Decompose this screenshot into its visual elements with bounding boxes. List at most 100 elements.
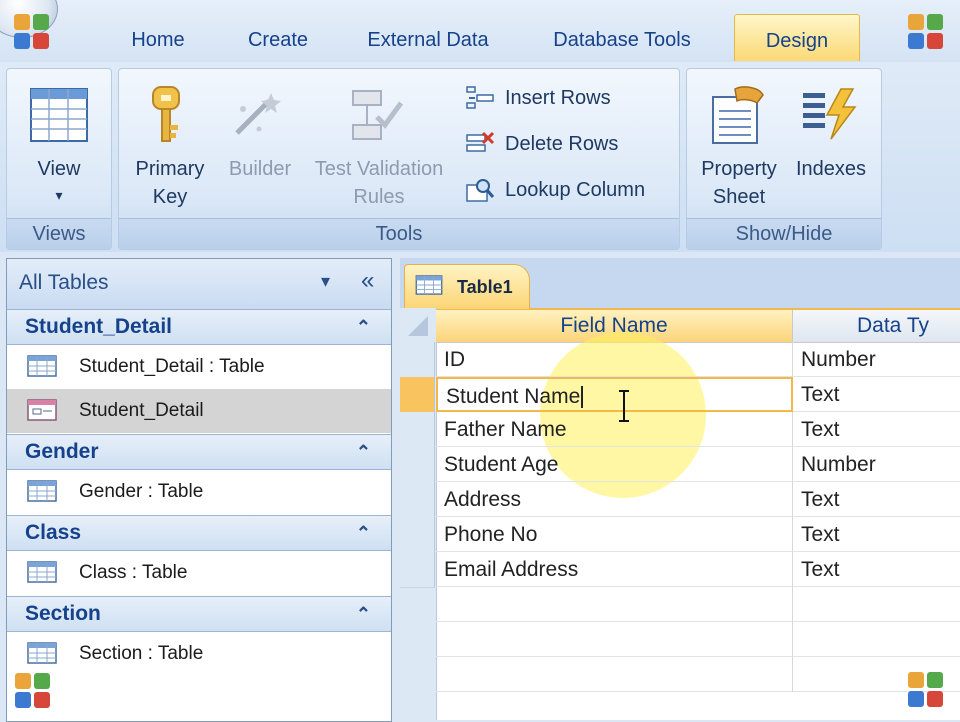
lookup-column-icon — [466, 179, 495, 202]
test-validation-rules-button[interactable]: Test Validation Rules — [305, 155, 453, 211]
tab-create[interactable]: Create — [232, 24, 324, 58]
tab-database-tools[interactable]: Database Tools — [532, 24, 712, 58]
ribbon-group-show-hide: Property Sheet Indexes Show/Hide — [686, 68, 882, 250]
table-icon — [415, 275, 443, 295]
view-button[interactable]: View — [7, 155, 111, 183]
field-name-cell[interactable]: Student Age — [436, 447, 793, 482]
data-type-cell[interactable]: Text — [793, 482, 960, 517]
property-sheet-icon — [712, 86, 764, 144]
field-name-cell[interactable]: ID — [436, 342, 793, 377]
nav-group-label: Class — [25, 521, 82, 544]
empty-type-cell[interactable] — [793, 622, 960, 657]
nav-group-label: Gender — [25, 440, 99, 463]
nav-group-label: Section — [25, 602, 101, 625]
column-header-data-type[interactable]: Data Ty — [793, 310, 960, 343]
empty-field-cell[interactable] — [436, 622, 793, 657]
form-icon — [27, 399, 57, 421]
group-label-tools: Tools — [119, 218, 679, 249]
ribbon: View ▾ Views Primary Key Builder Test Va… — [0, 62, 960, 252]
document-tab-table1[interactable]: Table1 — [404, 264, 530, 309]
tab-external-data[interactable]: External Data — [352, 24, 504, 58]
nav-group-student-detail[interactable]: Student_Detail ⌃ — [7, 309, 391, 345]
primary-key-icon — [152, 86, 180, 142]
nav-item-label: Student_Detail — [79, 400, 204, 421]
property-sheet-button[interactable]: Property Sheet — [687, 155, 791, 211]
document-tab-label: Table1 — [457, 277, 513, 297]
field-name-cell-active[interactable]: Student Name — [436, 377, 793, 412]
nav-pane-header[interactable]: All Tables ▾ « — [7, 259, 391, 310]
lookup-column-button[interactable]: Lookup Column — [505, 173, 645, 207]
nav-group-section[interactable]: Section ⌃ — [7, 596, 391, 632]
nav-item-label: Class : Table — [79, 562, 188, 583]
select-all-icon — [408, 316, 428, 336]
select-all-corner[interactable] — [406, 314, 430, 338]
nav-dropdown-icon[interactable]: ▾ — [321, 271, 330, 292]
row-selector-active[interactable] — [400, 377, 435, 413]
navigation-pane: All Tables ▾ « Student_Detail ⌃ Student_… — [6, 258, 392, 722]
row-selector[interactable] — [400, 447, 435, 483]
data-type-cell[interactable]: Text — [793, 517, 960, 552]
test-validation-icon — [352, 90, 404, 140]
empty-field-cell[interactable] — [436, 657, 793, 692]
primary-key-button[interactable]: Primary Key — [125, 155, 215, 211]
nav-item-section-table[interactable]: Section : Table — [7, 632, 391, 676]
field-name-cell[interactable]: Father Name — [436, 412, 793, 447]
nav-item-class-table[interactable]: Class : Table — [7, 551, 391, 595]
field-name-text: Student Name — [446, 385, 581, 408]
delete-rows-icon — [466, 131, 495, 152]
nav-pane-title: All Tables — [19, 271, 109, 294]
builder-wand-icon — [235, 93, 281, 135]
table-design-view: Table1 Field Name Data Ty ID Number Stud… — [400, 258, 960, 720]
field-name-cell[interactable]: Address — [436, 482, 793, 517]
datasheet-view-icon — [30, 88, 88, 142]
collapse-group-icon[interactable]: ⌃ — [356, 516, 371, 550]
nav-group-gender[interactable]: Gender ⌃ — [7, 434, 391, 470]
shutter-bar-close-icon[interactable]: « — [361, 267, 374, 295]
table-icon — [27, 642, 57, 664]
ribbon-tab-strip: Home Create External Data Database Tools… — [0, 0, 960, 63]
row-selector[interactable] — [400, 482, 435, 518]
row-selector[interactable] — [400, 552, 435, 588]
empty-type-cell[interactable] — [793, 587, 960, 622]
nav-item-student-detail-form[interactable]: Student_Detail — [7, 389, 391, 433]
ribbon-group-tools: Primary Key Builder Test Validation Rule… — [118, 68, 680, 250]
nav-item-gender-table[interactable]: Gender : Table — [7, 470, 391, 514]
field-name-cell[interactable]: Phone No — [436, 517, 793, 552]
office-logo-icon — [908, 672, 943, 707]
row-selector[interactable] — [400, 517, 435, 553]
data-type-cell[interactable]: Number — [793, 447, 960, 482]
nav-item-student-detail-table[interactable]: Student_Detail : Table — [7, 345, 391, 389]
table-icon — [27, 355, 57, 377]
empty-field-cell[interactable] — [436, 587, 793, 622]
builder-button[interactable]: Builder — [219, 155, 301, 183]
row-selector[interactable] — [400, 342, 435, 378]
data-type-cell[interactable]: Text — [793, 377, 960, 412]
field-name-cell[interactable]: Email Address — [436, 552, 793, 587]
row-selector[interactable] — [400, 412, 435, 448]
office-logo-icon — [908, 14, 943, 49]
delete-rows-button[interactable]: Delete Rows — [505, 127, 618, 161]
data-type-cell[interactable]: Text — [793, 412, 960, 447]
indexes-button[interactable]: Indexes — [783, 155, 879, 183]
text-caret — [581, 386, 584, 409]
insert-rows-button[interactable]: Insert Rows — [505, 81, 611, 115]
office-logo-icon — [14, 14, 49, 49]
nav-item-label: Section : Table — [79, 643, 204, 664]
tab-home[interactable]: Home — [112, 24, 204, 58]
collapse-group-icon[interactable]: ⌃ — [356, 597, 371, 631]
nav-item-label: Student_Detail : Table — [79, 356, 265, 377]
insert-rows-icon — [466, 86, 494, 109]
nav-item-label: Gender : Table — [79, 481, 204, 502]
data-type-cell[interactable]: Text — [793, 552, 960, 587]
office-logo-icon — [15, 673, 50, 708]
collapse-group-icon[interactable]: ⌃ — [356, 310, 371, 344]
ribbon-group-views: View ▾ Views — [6, 68, 112, 250]
nav-group-class[interactable]: Class ⌃ — [7, 515, 391, 551]
collapse-group-icon[interactable]: ⌃ — [356, 435, 371, 469]
view-dropdown-arrow[interactable]: ▾ — [7, 181, 111, 209]
document-tab-bar: Table1 — [400, 258, 960, 310]
table-icon — [27, 561, 57, 583]
data-type-cell[interactable]: Number — [793, 342, 960, 377]
tab-design[interactable]: Design — [734, 14, 860, 61]
group-label-views: Views — [7, 218, 111, 249]
